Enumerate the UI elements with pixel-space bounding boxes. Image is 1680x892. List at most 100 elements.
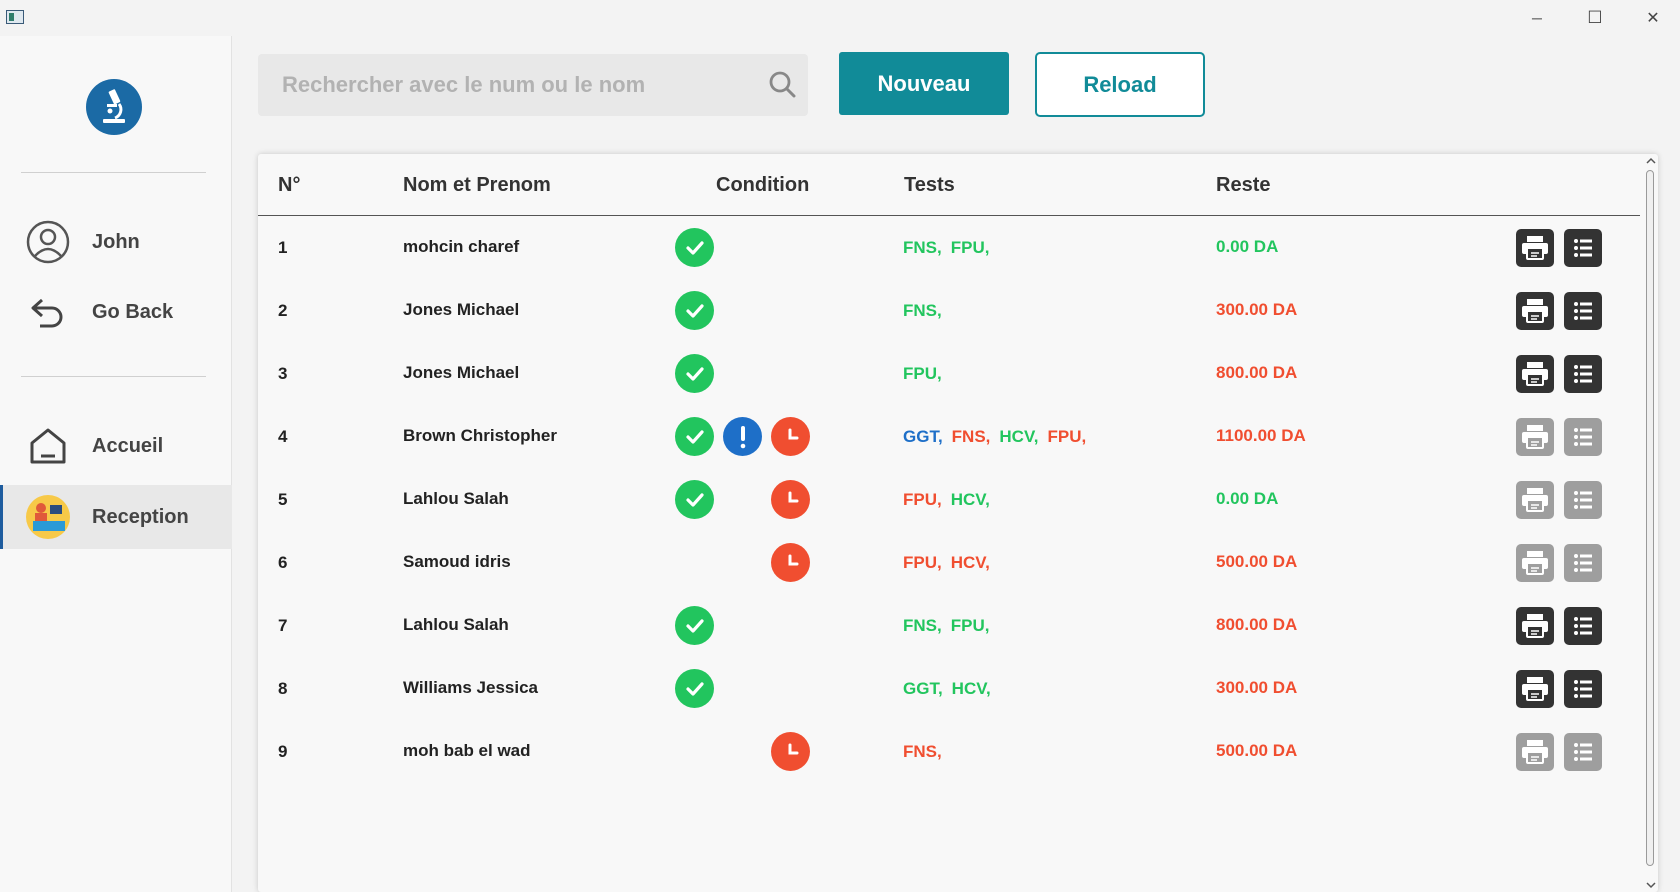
- cell-reste: 500.00 DA: [1216, 552, 1298, 571]
- scrollbar-thumb[interactable]: [1646, 170, 1654, 866]
- print-icon[interactable]: [1516, 544, 1554, 582]
- cell-num: 8: [278, 679, 288, 698]
- clock-icon: [771, 732, 810, 771]
- print-icon[interactable]: [1516, 355, 1554, 393]
- test-tag: FPU,: [903, 364, 942, 383]
- table-row[interactable]: 8 Williams Jessica GGT, HCV, 300.00 DA: [258, 657, 1640, 720]
- list-icon[interactable]: [1564, 670, 1602, 708]
- print-icon[interactable]: [1516, 481, 1554, 519]
- header-condition: Condition: [716, 174, 810, 196]
- cell-tests: FPU, HCV,: [903, 553, 999, 573]
- cell-num: 9: [278, 742, 288, 761]
- sidebar-item-label: John: [92, 230, 140, 253]
- table-row[interactable]: 2 Jones Michael FNS, 300.00 DA: [258, 279, 1640, 342]
- test-tag: FNS,: [903, 301, 942, 320]
- maximize-icon: ☐: [1587, 8, 1603, 27]
- search-box: [258, 54, 808, 116]
- cell-tests: GGT, FNS, HCV, FPU,: [903, 427, 1095, 447]
- test-tag: FPU,: [903, 553, 942, 572]
- home-icon: [24, 422, 72, 470]
- test-tag: FPU,: [950, 238, 990, 257]
- sidebar-item-label: Reception: [92, 505, 189, 528]
- cell-num: 3: [278, 364, 288, 383]
- cell-tests: FNS,: [903, 742, 951, 762]
- reload-button[interactable]: Reload: [1035, 52, 1205, 117]
- list-icon[interactable]: [1564, 418, 1602, 456]
- cell-name: mohcin charef: [403, 237, 520, 256]
- table-row[interactable]: 7 Lahlou Salah FNS, FPU, 800.00 DA: [258, 594, 1640, 657]
- table-header: N° Nom et Prenom Condition Tests Reste: [258, 154, 1640, 216]
- maximize-button[interactable]: ☐: [1572, 4, 1618, 32]
- list-icon[interactable]: [1564, 733, 1602, 771]
- print-icon[interactable]: [1516, 607, 1554, 645]
- sidebar-divider: [21, 376, 206, 377]
- sidebar-divider: [21, 172, 206, 173]
- sidebar-item-user[interactable]: John: [0, 210, 232, 274]
- table-row[interactable]: 3 Jones Michael FPU, 800.00 DA: [258, 342, 1640, 405]
- minimize-button[interactable]: ─: [1514, 4, 1560, 32]
- sidebar-item-reception[interactable]: Reception: [0, 485, 232, 549]
- cell-tests: FPU, HCV,: [903, 490, 999, 510]
- list-icon[interactable]: [1564, 481, 1602, 519]
- close-icon: ✕: [1646, 10, 1660, 27]
- sidebar-item-label: Go Back: [92, 300, 174, 323]
- list-icon[interactable]: [1564, 607, 1602, 645]
- cell-tests: FNS, FPU,: [903, 238, 998, 258]
- app-icon: [6, 10, 24, 24]
- undo-arrow-icon: [24, 288, 72, 336]
- header-num: N°: [278, 174, 301, 196]
- print-icon[interactable]: [1516, 292, 1554, 330]
- test-tag: HCV,: [950, 490, 990, 509]
- cell-name: Lahlou Salah: [403, 489, 509, 508]
- cell-reste: 800.00 DA: [1216, 615, 1298, 634]
- cell-num: 6: [278, 553, 288, 572]
- table-row[interactable]: 9 moh bab el wad FNS, 500.00 DA: [258, 720, 1640, 783]
- test-tag: GGT,: [903, 427, 943, 446]
- list-icon[interactable]: [1564, 292, 1602, 330]
- table-row[interactable]: 1 mohcin charef FNS, FPU, 0.00 DA: [258, 216, 1640, 279]
- test-tag: FNS,: [951, 427, 991, 446]
- header-reste: Reste: [1216, 174, 1271, 196]
- print-icon[interactable]: [1516, 670, 1554, 708]
- print-icon[interactable]: [1516, 229, 1554, 267]
- header-name: Nom et Prenom: [403, 174, 551, 196]
- microscope-logo-icon: [86, 79, 142, 135]
- clock-icon: [771, 543, 810, 582]
- check-icon: [675, 291, 714, 330]
- search-icon[interactable]: [768, 70, 796, 103]
- header-tests: Tests: [904, 174, 955, 196]
- list-icon[interactable]: [1564, 544, 1602, 582]
- cell-reste: 300.00 DA: [1216, 300, 1298, 319]
- print-icon[interactable]: [1516, 418, 1554, 456]
- test-tag: HCV,: [951, 679, 991, 698]
- list-icon[interactable]: [1564, 229, 1602, 267]
- cell-name: moh bab el wad: [403, 741, 531, 760]
- sidebar-item-accueil[interactable]: Accueil: [0, 414, 232, 478]
- clock-icon: [771, 480, 810, 519]
- cell-name: Jones Michael: [403, 300, 520, 319]
- table-row[interactable]: 6 Samoud idris FPU, HCV, 500.00 DA: [258, 531, 1640, 594]
- reception-table: N° Nom et Prenom Condition Tests Reste 1…: [258, 154, 1658, 892]
- close-button[interactable]: ✕: [1630, 4, 1676, 32]
- table-row[interactable]: 5 Lahlou Salah FPU, HCV, 0.00 DA: [258, 468, 1640, 531]
- print-icon[interactable]: [1516, 733, 1554, 771]
- check-icon: [675, 669, 714, 708]
- test-tag: FNS,: [903, 616, 942, 635]
- cell-reste: 0.00 DA: [1216, 237, 1279, 256]
- title-bar: ─ ☐ ✕: [0, 0, 1680, 36]
- list-icon[interactable]: [1564, 355, 1602, 393]
- new-button[interactable]: Nouveau: [839, 52, 1009, 115]
- cell-tests: FPU,: [903, 364, 951, 384]
- receptionist-icon: [24, 493, 72, 541]
- cell-name: Jones Michael: [403, 363, 520, 382]
- check-icon: [675, 228, 714, 267]
- check-icon: [675, 417, 714, 456]
- table-row[interactable]: 4 Brown Christopher GGT, FNS, HCV, FPU, 1100.0…: [258, 405, 1640, 468]
- sidebar-item-goback[interactable]: Go Back: [0, 280, 232, 344]
- test-tag: HCV,: [999, 427, 1039, 446]
- search-input[interactable]: [258, 54, 758, 116]
- cell-num: 1: [278, 238, 288, 257]
- clock-icon: [771, 417, 810, 456]
- cell-name: Lahlou Salah: [403, 615, 509, 634]
- cell-num: 7: [278, 616, 288, 635]
